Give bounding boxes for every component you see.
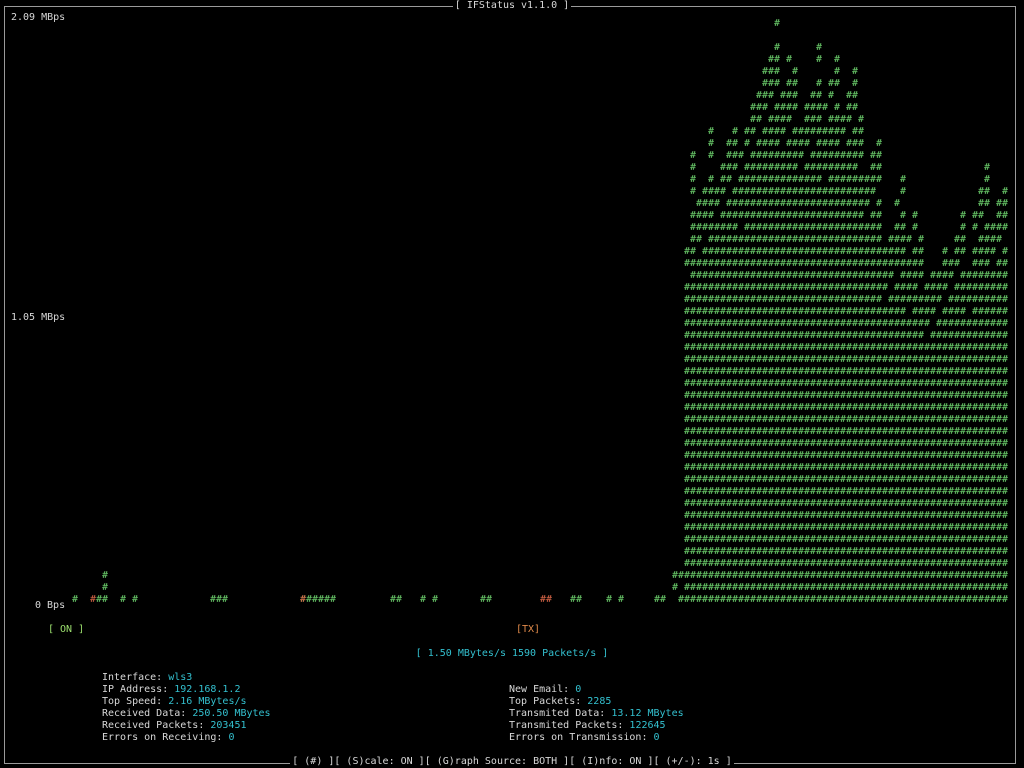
info-key: Top Packets: — [509, 696, 588, 707]
y-axis-bottom-label: 0 Bps — [35, 600, 66, 611]
info-left-row: Errors on Receiving: 0 — [102, 732, 271, 744]
info-value: 122645 — [629, 720, 666, 731]
info-key: Transmited Data: — [509, 708, 612, 719]
info-right-row: Transmited Packets: 122645 — [509, 720, 684, 732]
info-value: 2285 — [587, 696, 612, 707]
info-left-row: Top Speed: 2.16 MBytes/s — [102, 696, 271, 708]
info-key: Received Packets: — [102, 720, 211, 731]
y-axis-mid-label: 1.05 MBps — [11, 312, 66, 323]
status-on-indicator: [ ON ] — [48, 624, 85, 635]
info-value: 0 — [653, 732, 660, 743]
info-value: 0 — [575, 684, 582, 695]
info-left-row: Received Data: 250.50 MBytes — [102, 708, 271, 720]
info-key: Interface: — [102, 672, 169, 683]
info-panel-right: New Email: 0 Top Packets: 2285 Transmited … — [509, 684, 684, 744]
info-key: Transmited Packets: — [509, 720, 630, 731]
info-value: 192.168.1.2 — [174, 684, 241, 695]
info-key: Errors on Receiving: — [102, 732, 229, 743]
info-right-row: Errors on Transmission: 0 — [509, 732, 684, 744]
info-value: 2.16 MBytes/s — [168, 696, 247, 707]
keybinding-footer: [ (#) ][ (S)cale: ON ][ (G)raph Source: … — [290, 756, 734, 767]
info-right-row: Top Packets: 2285 — [509, 696, 684, 708]
info-key: New Email: — [509, 684, 576, 695]
info-key: Received Data: — [102, 708, 193, 719]
info-key: Top Speed: — [102, 696, 169, 707]
info-value: 203451 — [210, 720, 247, 731]
info-value: 0 — [228, 732, 235, 743]
info-key: Errors on Transmission: — [509, 732, 654, 743]
info-panel-left: Interface: wls3 IP Address: 192.168.1.2 To… — [102, 672, 271, 744]
info-value: 250.50 MBytes — [192, 708, 271, 719]
y-axis-top-label: 2.09 MBps — [11, 12, 66, 23]
window-title: [ IFStatus v1.1.0 ] — [452, 0, 572, 11]
current-rate: [ 1.50 MBytes/s 1590 Packets/s ] — [415, 648, 609, 659]
info-left-row: Received Packets: 203451 — [102, 720, 271, 732]
info-left-row: Interface: wls3 — [102, 672, 271, 684]
info-right-row: Transmited Data: 13.12 MBytes — [509, 708, 684, 720]
info-right-row: New Email: 0 — [509, 684, 684, 696]
graph-source-indicator: [TX] — [516, 624, 541, 635]
info-left-row: IP Address: 192.168.1.2 — [102, 684, 271, 696]
info-value: 13.12 MBytes — [611, 708, 684, 719]
info-value: wls3 — [168, 672, 193, 683]
info-key: IP Address: — [102, 684, 175, 695]
